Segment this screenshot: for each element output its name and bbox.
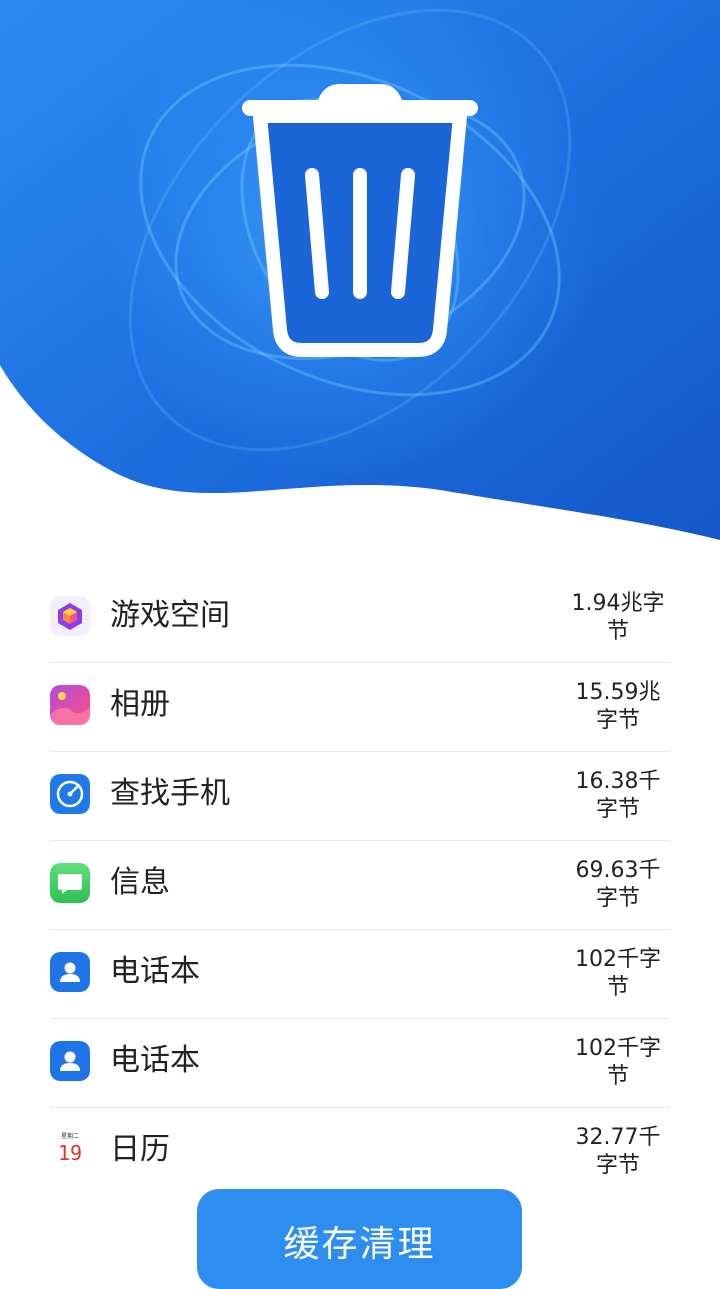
hero-banner	[0, 0, 720, 560]
app-name: 信息	[110, 865, 170, 900]
app-name: 电话本	[110, 954, 200, 989]
list-item[interactable]: 星期二 19 日历 32.77千字节	[50, 1108, 670, 1196]
cache-size: 1.94兆字节	[571, 591, 665, 644]
cache-clean-button[interactable]: 缓存清理	[197, 1189, 522, 1289]
contacts-icon	[50, 1041, 90, 1081]
find-phone-icon	[50, 774, 90, 814]
calendar-weekday: 星期二	[60, 1133, 79, 1140]
messages-icon	[50, 863, 90, 903]
list-item[interactable]: 相册 15.59兆字节	[50, 663, 670, 752]
calendar-icon: 星期二 19	[50, 1130, 90, 1170]
app-name: 相册	[110, 687, 170, 722]
gallery-icon	[50, 685, 90, 725]
trash-can-icon	[242, 84, 478, 357]
list-item[interactable]: 信息 69.63千字节	[50, 841, 670, 930]
contacts-icon	[50, 952, 90, 992]
app-name: 电话本	[110, 1043, 200, 1078]
cache-size: 32.77千字节	[575, 1125, 661, 1178]
list-item[interactable]: 电话本 102千字节	[50, 930, 670, 1019]
cache-size: 102千字节	[575, 947, 661, 1000]
app-name: 日历	[110, 1132, 170, 1167]
cache-size: 16.38千字节	[575, 769, 661, 822]
app-cache-list: 游戏空间 1.94兆字节 相册 15.59兆字节 查找手机 16.38千字节 信…	[50, 574, 670, 1196]
list-item[interactable]: 电话本 102千字节	[50, 1019, 670, 1108]
game-space-icon	[50, 596, 90, 636]
cache-size: 102千字节	[575, 1036, 661, 1089]
cache-size: 69.63千字节	[575, 858, 661, 911]
calendar-day: 19	[57, 1141, 83, 1165]
list-item[interactable]: 游戏空间 1.94兆字节	[50, 574, 670, 663]
app-name: 游戏空间	[110, 598, 230, 633]
app-name: 查找手机	[110, 776, 230, 811]
list-item[interactable]: 查找手机 16.38千字节	[50, 752, 670, 841]
cache-size: 15.59兆字节	[575, 680, 661, 733]
